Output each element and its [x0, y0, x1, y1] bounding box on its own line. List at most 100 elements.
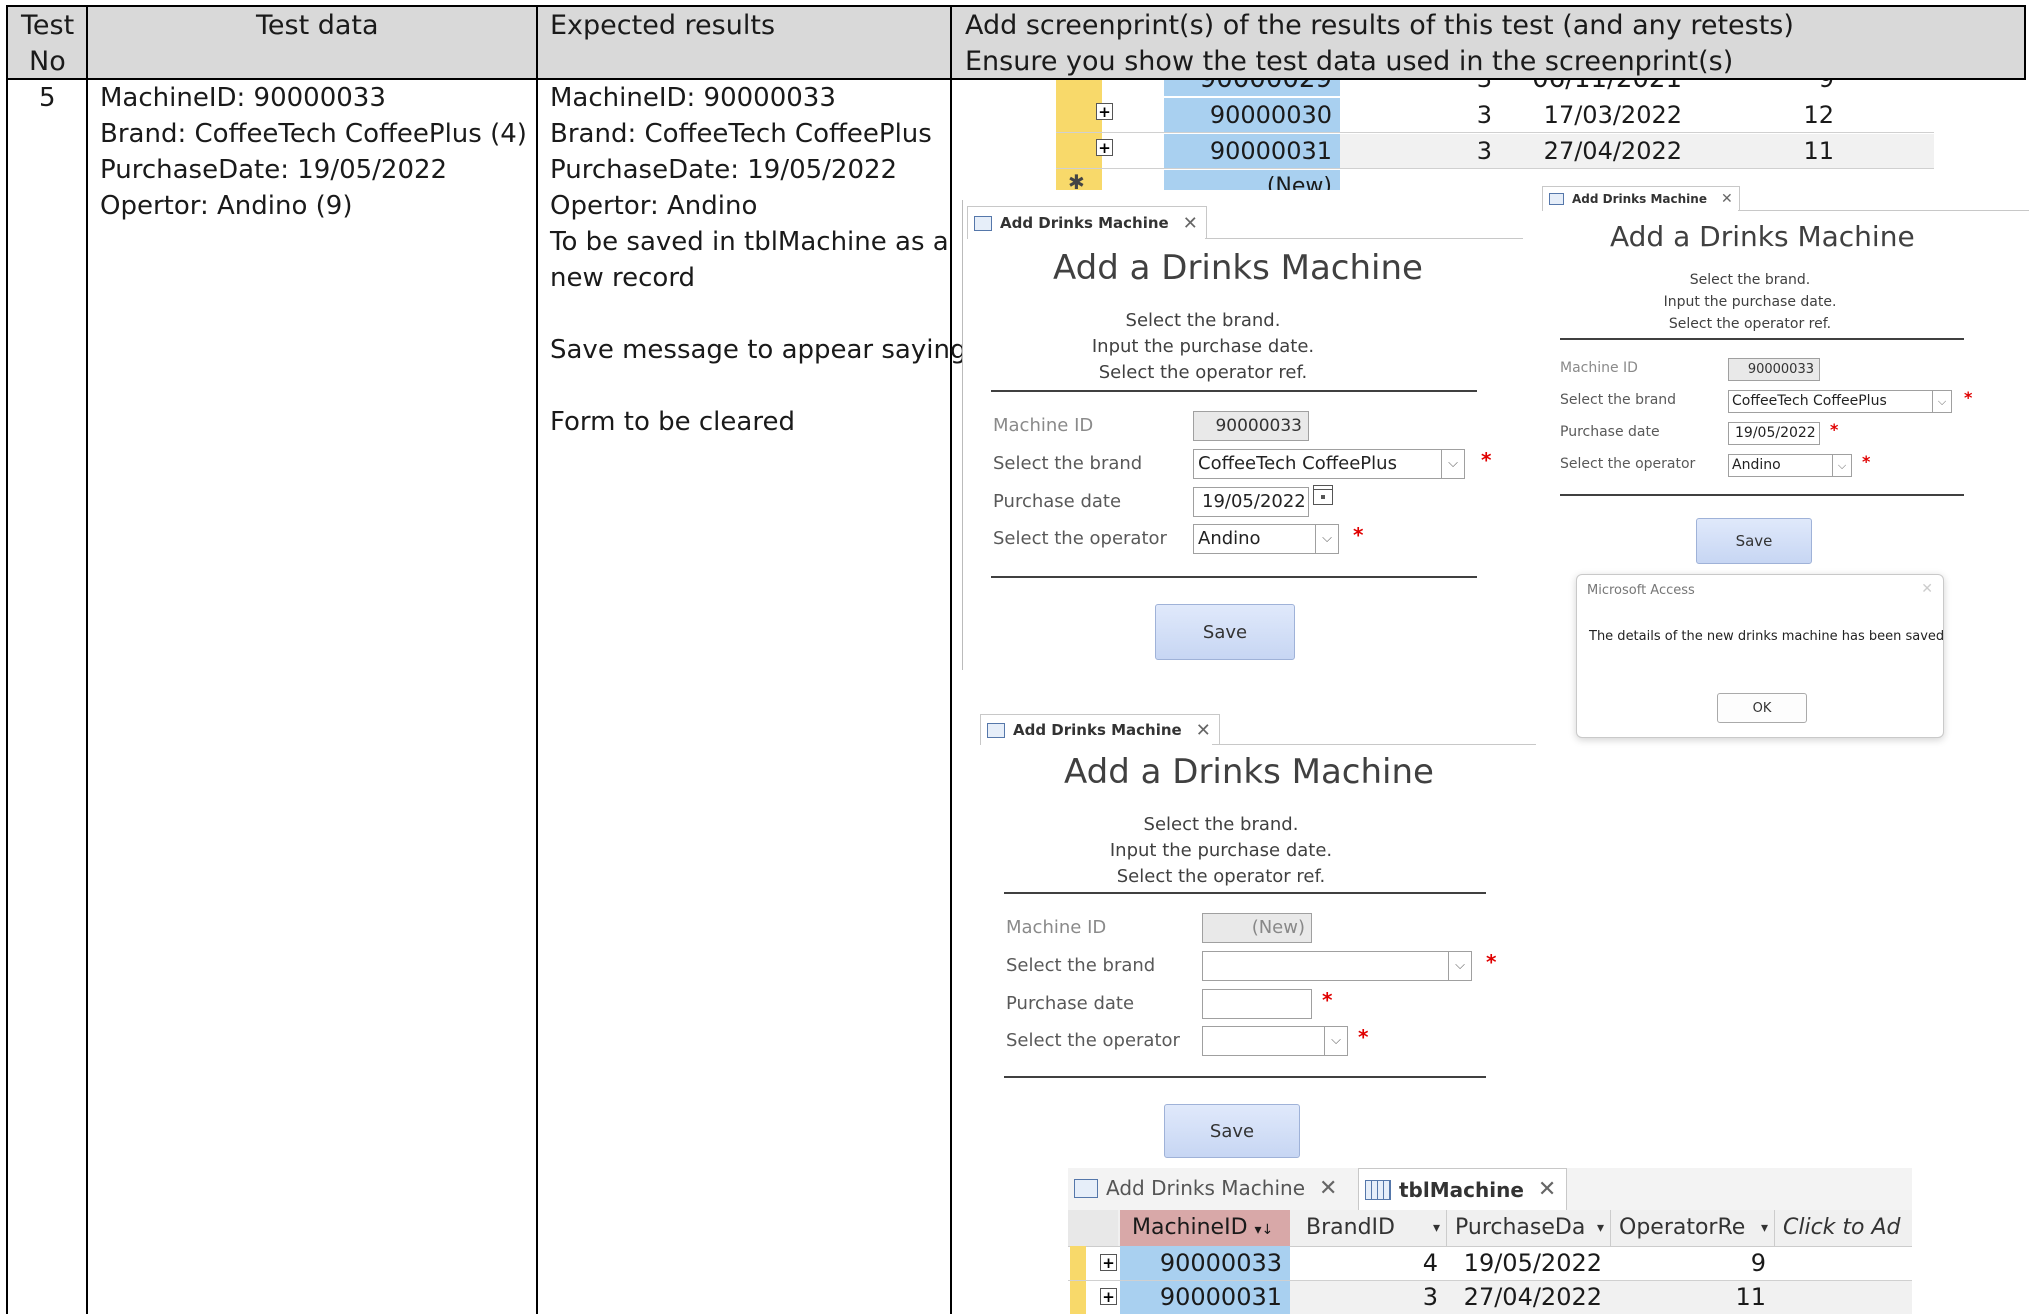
machine-id-field: 90000033	[1193, 411, 1309, 441]
close-icon[interactable]: ✕	[1921, 581, 1933, 597]
row-divider	[1056, 168, 1934, 169]
machine-id-cell: 90000033	[1120, 1246, 1290, 1280]
expected-line: Save message to appear saying	[550, 335, 967, 365]
operator-select[interactable]: ⌵	[1202, 1026, 1348, 1056]
test-data-line: Brand: CoffeeTech CoffeePlus (4)	[100, 119, 527, 149]
form-separator	[991, 576, 1477, 578]
form-instruction: Select the brand.	[1689, 272, 1811, 288]
operator-cell: 11	[1610, 1281, 1774, 1314]
column-header-machineid[interactable]: MachineID ▾↓	[1120, 1210, 1290, 1246]
column-label: MachineID	[1132, 1215, 1248, 1240]
machine-id-label: Machine ID	[1560, 360, 1638, 376]
grid-right	[2024, 5, 2026, 80]
form-tab[interactable]: Add Drinks Machine ✕	[967, 206, 1207, 239]
brand-cell: 3	[1340, 80, 1500, 96]
select-all-corner[interactable]	[1068, 1210, 1118, 1246]
purchase-date-field[interactable]: 19/05/2022	[1728, 422, 1820, 445]
form-instruction: Select the brand.	[1143, 814, 1299, 835]
chevron-down-icon[interactable]: ▾	[1761, 1210, 1768, 1246]
grid-col2	[536, 5, 538, 1314]
expected-line: new record	[550, 263, 696, 293]
chevron-down-icon[interactable]: ⌵	[1324, 1027, 1347, 1055]
form-separator	[1004, 1076, 1486, 1078]
chevron-down-icon[interactable]: ▾	[1433, 1210, 1440, 1246]
close-icon[interactable]: ✕	[1319, 1176, 1337, 1201]
form-instruction: Select the brand.	[1125, 310, 1281, 331]
purchase-date-field[interactable]: 19/05/2022	[1193, 487, 1309, 517]
column-header-click-to-add[interactable]: Click to Ad	[1774, 1210, 1912, 1246]
brand-label: Select the brand	[1006, 955, 1156, 976]
screenshot-datasheet-top: 90000029 3 06/11/2021 9 + + 90000030 3 1…	[1048, 80, 1934, 190]
machine-id-cell: 90000031	[1164, 134, 1340, 168]
ok-button[interactable]: OK	[1717, 693, 1807, 723]
column-label: PurchaseDa	[1455, 1215, 1586, 1240]
chevron-down-icon[interactable]: ⌵	[1448, 952, 1471, 980]
tab-strip-line	[1738, 210, 2029, 211]
close-icon[interactable]: ✕	[1196, 720, 1211, 741]
expand-icon[interactable]: +	[1100, 1288, 1117, 1306]
header-test-data: Test data	[256, 10, 379, 41]
operator-cell: 11	[1690, 134, 1842, 168]
close-icon[interactable]: ✕	[1538, 1177, 1556, 1202]
brand-label: Select the brand	[1560, 392, 1677, 408]
close-icon[interactable]: ✕	[1721, 191, 1733, 207]
form-instruction: Select the operator ref.	[1668, 316, 1832, 332]
expand-icon[interactable]: +	[1096, 139, 1113, 157]
operator-label: Select the operator	[1006, 1030, 1180, 1051]
required-marker: *	[1358, 1025, 1369, 1049]
new-record-cell: (New)	[1164, 170, 1340, 190]
message-dialog: Microsoft Access ✕ The details of the ne…	[1576, 574, 1944, 738]
expected-line: Opertor: Andino	[550, 191, 758, 221]
form-instruction: Input the purchase date.	[1091, 336, 1315, 357]
brand-select[interactable]: CoffeeTech CoffeePlus ⌵	[1193, 449, 1465, 479]
test-number: 5	[39, 83, 56, 113]
expected-line: To be saved in tblMachine as a	[550, 227, 949, 257]
form-title: Add a Drinks Machine	[1064, 752, 1434, 792]
column-header-purchasedate[interactable]: PurchaseDa ▾	[1446, 1210, 1610, 1246]
row-background	[1774, 1281, 1912, 1314]
form-tab[interactable]: Add Drinks Machine ✕	[1542, 186, 1740, 211]
operator-cell: 9	[1750, 1249, 1766, 1277]
grid-top	[6, 5, 2026, 7]
brand-cell: 3	[1290, 1281, 1446, 1314]
chevron-down-icon[interactable]: ⌵	[1932, 391, 1951, 412]
purchase-date-field[interactable]	[1202, 989, 1312, 1019]
dialog-message: The details of the new drinks machine ha…	[1589, 629, 1945, 644]
save-button[interactable]: Save	[1164, 1104, 1300, 1158]
calendar-icon[interactable]	[1313, 485, 1333, 505]
screenshot-datasheet-bottom: Add Drinks Machine ✕ tblMachine ✕ Machin…	[1068, 1168, 1912, 1314]
machine-id-field: (New)	[1202, 913, 1312, 943]
tab-strip-line	[1205, 238, 1523, 239]
required-marker: *	[1486, 950, 1497, 974]
chevron-down-icon[interactable]: ▾	[1597, 1210, 1604, 1246]
tab-add-drinks-machine[interactable]: Add Drinks Machine ✕	[1068, 1168, 1348, 1208]
close-icon[interactable]: ✕	[1183, 213, 1198, 234]
header-screenprint-line1: Add screenprint(s) of the results of thi…	[965, 10, 1794, 41]
brand-label: Select the brand	[993, 453, 1143, 474]
test-data-line: PurchaseDate: 19/05/2022	[100, 155, 448, 185]
brand-select[interactable]: CoffeeTech CoffeePlus ⌵	[1728, 390, 1952, 413]
brand-select[interactable]: ⌵	[1202, 951, 1472, 981]
column-header-operatorref[interactable]: OperatorRe ▾	[1610, 1210, 1774, 1246]
expand-icon[interactable]: +	[1100, 1254, 1117, 1272]
operator-select[interactable]: Andino ⌵	[1193, 524, 1339, 554]
tab-tblmachine[interactable]: tblMachine ✕	[1358, 1168, 1568, 1210]
header-test: Test	[21, 10, 75, 41]
form-separator	[1004, 892, 1486, 894]
save-button[interactable]: Save	[1696, 518, 1812, 564]
required-marker: *	[1353, 523, 1364, 547]
tab-label: Add Drinks Machine	[1106, 1176, 1306, 1200]
column-header-brandid[interactable]: BrandID ▾	[1290, 1210, 1446, 1246]
operator-cell: 12	[1803, 101, 1834, 129]
operator-select[interactable]: Andino ⌵	[1728, 454, 1852, 477]
purchase-date-label: Purchase date	[1006, 993, 1135, 1014]
save-button[interactable]: Save	[1155, 604, 1295, 660]
machine-id-label: Machine ID	[1006, 917, 1107, 938]
chevron-down-icon[interactable]: ⌵	[1441, 450, 1464, 478]
chevron-down-icon[interactable]: ⌵	[1315, 525, 1338, 553]
row-background	[1842, 134, 1934, 168]
expand-icon[interactable]: +	[1096, 103, 1113, 121]
sort-icon: ▾↓	[1254, 1222, 1274, 1238]
chevron-down-icon[interactable]: ⌵	[1832, 455, 1851, 476]
form-tab[interactable]: Add Drinks Machine ✕	[980, 714, 1220, 745]
